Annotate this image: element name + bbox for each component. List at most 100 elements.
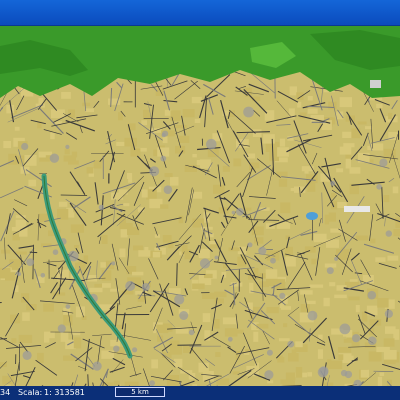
urban-block <box>141 189 148 198</box>
urban-block <box>351 128 361 139</box>
urban-block <box>181 244 188 255</box>
urban-block <box>160 204 169 209</box>
urban-block <box>285 256 296 267</box>
urban-block <box>285 372 296 381</box>
status-bar: 34 Scala: 1: 313581 5 km <box>0 386 400 400</box>
built-up-cluster <box>160 155 167 162</box>
urban-block <box>388 112 393 120</box>
urban-block <box>192 154 197 158</box>
urban-block <box>258 281 269 288</box>
urban-block <box>297 101 302 108</box>
urban-block <box>277 357 285 363</box>
urban-block <box>11 264 18 270</box>
urban-block <box>383 195 390 203</box>
built-up-cluster <box>65 144 70 149</box>
scale-label: Scala: <box>18 388 43 397</box>
built-up-cluster <box>65 304 71 309</box>
built-up-cluster <box>243 106 255 118</box>
urban-block <box>213 184 225 194</box>
urban-block <box>336 168 344 173</box>
built-up-cluster <box>111 261 116 266</box>
urban-block <box>334 294 347 299</box>
urban-block <box>237 329 244 334</box>
urban-block <box>300 304 310 313</box>
built-up-cluster <box>270 257 276 264</box>
urban-block <box>370 238 376 244</box>
urban-block <box>369 319 382 326</box>
urban-block <box>307 372 312 377</box>
urban-block <box>202 313 211 323</box>
urban-block <box>174 125 187 129</box>
urban-block <box>383 350 397 360</box>
white-structure <box>344 206 370 212</box>
built-up-cluster <box>206 138 217 150</box>
built-up-cluster <box>326 267 334 275</box>
urban-block <box>266 307 279 314</box>
urban-block <box>355 235 368 241</box>
urban-block <box>328 212 336 222</box>
urban-block <box>170 176 179 186</box>
built-up-cluster <box>22 350 32 360</box>
built-up-cluster <box>247 242 253 248</box>
built-up-cluster <box>214 255 219 260</box>
urban-block <box>18 334 33 343</box>
urban-block <box>309 284 324 288</box>
urban-block <box>146 189 157 200</box>
urban-block <box>345 158 351 169</box>
built-up-cluster <box>334 256 339 261</box>
urban-block <box>377 298 389 308</box>
urban-block <box>375 257 386 262</box>
urban-block <box>24 155 37 166</box>
urban-block <box>101 270 112 281</box>
scale-bar: 5 km <box>115 387 165 397</box>
built-up-cluster <box>227 336 233 342</box>
urban-block <box>70 224 84 233</box>
built-up-cluster <box>279 292 286 299</box>
urban-block <box>89 287 103 293</box>
built-up-cluster <box>17 272 22 276</box>
built-up-cluster <box>52 249 59 255</box>
built-up-cluster <box>40 273 46 278</box>
urban-block <box>324 263 337 268</box>
built-up-cluster <box>352 334 361 343</box>
urban-block <box>120 228 128 238</box>
urban-block <box>196 160 208 166</box>
urban-block <box>296 92 304 100</box>
built-up-cluster <box>132 347 138 353</box>
urban-block <box>328 101 337 110</box>
title-bar <box>0 0 400 26</box>
urban-block <box>170 110 181 121</box>
urban-block <box>202 292 216 299</box>
urban-block <box>15 155 25 165</box>
urban-block <box>339 97 352 108</box>
urban-block <box>5 272 15 281</box>
urban-block <box>82 102 91 107</box>
coordinate-readout: 34 <box>0 388 11 397</box>
urban-block <box>323 297 330 307</box>
urban-block <box>50 132 55 140</box>
built-up-cluster <box>57 324 66 333</box>
urban-block <box>61 92 71 99</box>
map-viewport[interactable] <box>0 26 400 386</box>
map-canvas[interactable] <box>0 26 400 386</box>
urban-block <box>81 316 87 320</box>
urban-block <box>164 173 173 178</box>
urban-block <box>216 378 230 385</box>
urban-block <box>52 292 66 296</box>
urban-block <box>110 339 121 347</box>
urban-block <box>313 233 327 243</box>
urban-block <box>132 271 144 276</box>
urban-block <box>101 350 114 359</box>
urban-block <box>289 86 297 96</box>
urban-block <box>267 380 274 384</box>
built-up-cluster <box>340 369 348 377</box>
urban-block <box>157 147 170 157</box>
built-up-cluster <box>92 361 102 371</box>
urban-block <box>191 96 202 104</box>
urban-block <box>68 160 79 165</box>
urban-block <box>3 141 11 149</box>
urban-block <box>178 135 190 143</box>
urban-block <box>279 138 286 147</box>
urban-block <box>58 201 68 207</box>
urban-block <box>279 338 290 342</box>
